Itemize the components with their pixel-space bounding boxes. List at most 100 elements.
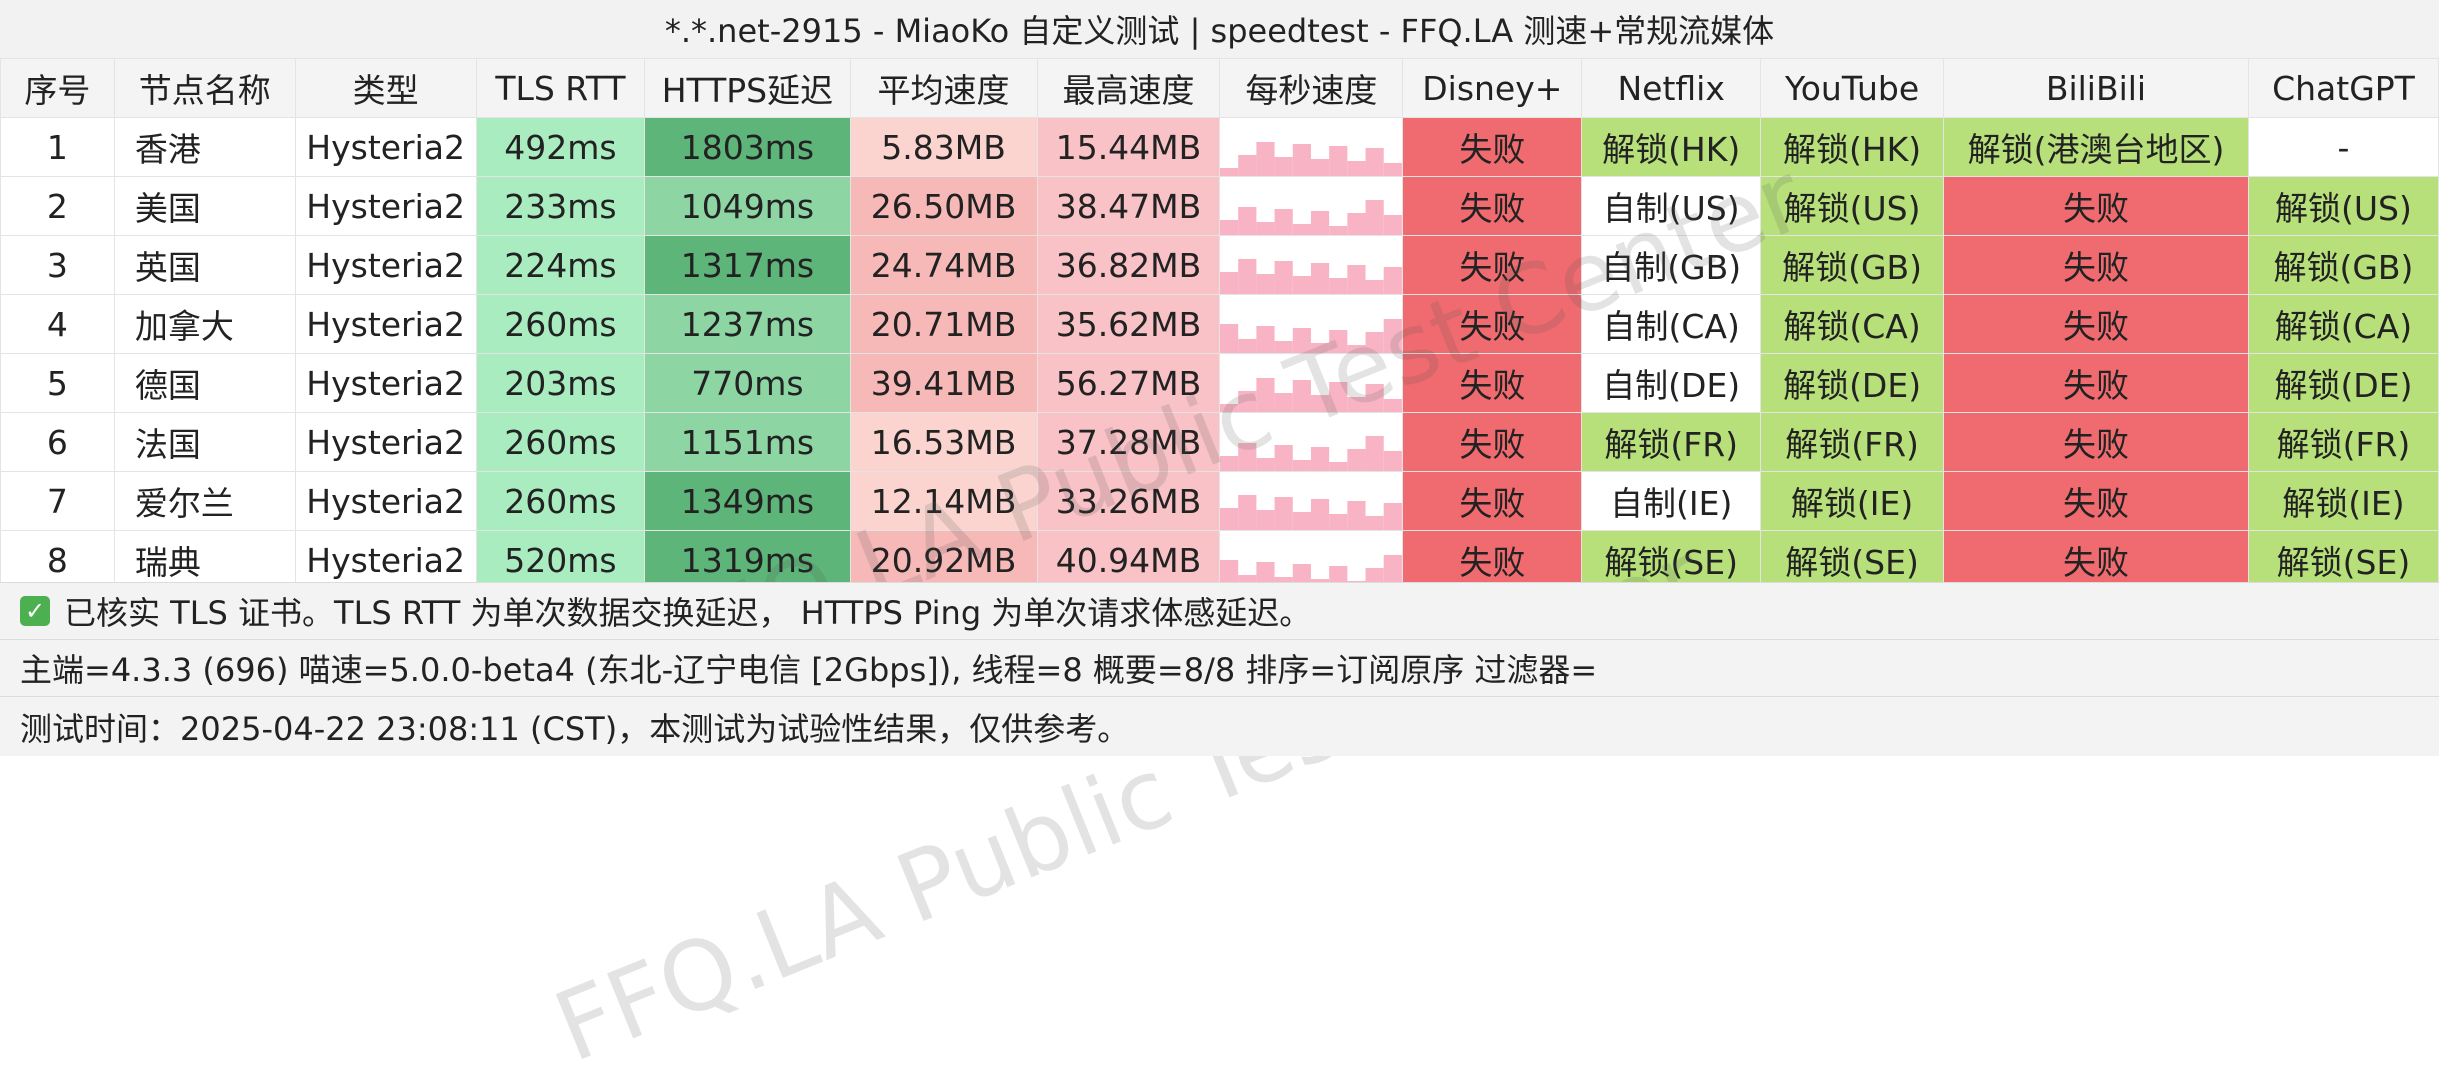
cell-netflix: 自制(CA) — [1581, 294, 1762, 354]
cell-tls-rtt: 260ms — [475, 471, 646, 531]
cell-type: Hysteria2 — [294, 176, 477, 236]
cell-node-name: 加拿大 — [113, 294, 296, 354]
sparkline-bar — [1256, 458, 1276, 471]
sparkline-bar — [1384, 399, 1402, 412]
sparkline-bar — [1347, 265, 1367, 294]
sparkline-bar — [1238, 391, 1257, 412]
column-header-youtube: YouTube — [1760, 58, 1945, 118]
cell-node-name: 爱尔兰 — [113, 471, 296, 531]
cell-chatgpt: 解锁(FR) — [2247, 412, 2439, 472]
cell-https-latency: 1151ms — [644, 412, 851, 472]
sparkline-bar — [1347, 161, 1367, 176]
column-header-tls-rtt: TLS RTT — [475, 58, 646, 118]
sparkline-bar — [1293, 328, 1312, 353]
sparkline-bar — [1311, 211, 1330, 235]
sparkline-bar — [1275, 261, 1294, 294]
footer-time: 测试时间：2025-04-22 23:08:11 (CST)，本测试为试验性结果… — [0, 696, 2439, 756]
sparkline-bar — [1220, 220, 1239, 235]
cell-chatgpt: 解锁(CA) — [2247, 294, 2439, 354]
sparkline-bar — [1366, 332, 1385, 353]
cell-netflix: 解锁(SE) — [1581, 530, 1762, 590]
cell-youtube: 解锁(SE) — [1760, 530, 1945, 590]
cell-bilibili: 失败 — [1943, 235, 2249, 295]
cell-type: Hysteria2 — [294, 471, 477, 531]
sparkline-bar — [1256, 510, 1276, 530]
cell-bilibili: 失败 — [1943, 530, 2249, 590]
sparkline-bar — [1275, 157, 1294, 176]
cell-youtube: 解锁(HK) — [1760, 117, 1945, 177]
sparkline-bar — [1311, 395, 1330, 412]
cell-bilibili: 失败 — [1943, 294, 2249, 354]
sparkline-bar — [1384, 503, 1402, 530]
sparkline-bar — [1329, 382, 1348, 412]
speed-sparkline — [1220, 142, 1402, 176]
cell-youtube: 解锁(US) — [1760, 176, 1945, 236]
sparkline-bar — [1311, 447, 1330, 471]
cell-netflix: 自制(GB) — [1581, 235, 1762, 295]
cell-netflix: 解锁(FR) — [1581, 412, 1762, 472]
footer-note-text: 已核实 TLS 证书。TLS RTT 为单次数据交换延迟， HTTPS Ping… — [64, 594, 1312, 632]
cell-disney: 失败 — [1402, 530, 1583, 590]
sparkline-bar — [1347, 213, 1367, 235]
table-row: 1 香港 Hysteria2 492ms 1803ms 5.83MB 15.44MB 失败 解锁… — [0, 117, 2439, 177]
sparkline-bar — [1238, 443, 1257, 471]
speed-sparkline — [1220, 200, 1402, 235]
cell-disney: 失败 — [1402, 471, 1583, 531]
cell-tls-rtt: 260ms — [475, 412, 646, 472]
cell-id: 1 — [0, 117, 115, 177]
speed-sparkline — [1220, 436, 1402, 471]
sparkline-bar — [1220, 456, 1239, 471]
column-header-max-speed: 最高速度 — [1036, 58, 1221, 118]
cell-disney: 失败 — [1402, 353, 1583, 413]
cell-https-latency: 1319ms — [644, 530, 851, 590]
table-row: 6 法国 Hysteria2 260ms 1151ms 16.53MB 37.28MB 失败解… — [0, 412, 2439, 472]
cell-disney: 失败 — [1402, 117, 1583, 177]
column-header-https-latency: HTTPS延迟 — [644, 58, 851, 118]
cell-node-name: 法国 — [113, 412, 296, 472]
cell-netflix: 自制(IE) — [1581, 471, 1762, 531]
table-header: 序号 节点名称 类型 TLS RTT HTTPS延迟 平均速度 最高速度 每秒速… — [0, 58, 2439, 118]
cell-max-speed: 15.44MB — [1036, 117, 1221, 177]
sparkline-bar — [1347, 345, 1367, 353]
cell-youtube: 解锁(GB) — [1760, 235, 1945, 295]
cell-per-second-speed — [1219, 235, 1404, 295]
cell-avg-speed: 20.92MB — [849, 530, 1038, 590]
sparkline-bar — [1293, 460, 1312, 471]
sparkline-bar — [1256, 378, 1276, 412]
cell-node-name: 德国 — [113, 353, 296, 413]
sparkline-bar — [1384, 215, 1402, 235]
cell-chatgpt: 解锁(IE) — [2247, 471, 2439, 531]
sparkline-bar — [1256, 142, 1276, 176]
cell-tls-rtt: 233ms — [475, 176, 646, 236]
cell-per-second-speed — [1219, 176, 1404, 236]
footer-info-text: 主端=4.3.3 (696) 喵速=5.0.0-beta4 (东北-辽宁电信 [… — [20, 651, 1598, 689]
sparkline-bar — [1329, 514, 1348, 530]
speed-sparkline — [1220, 319, 1402, 353]
sparkline-bar — [1238, 495, 1257, 530]
cell-node-name: 瑞典 — [113, 530, 296, 590]
sparkline-bar — [1329, 330, 1348, 353]
sparkline-bar — [1220, 272, 1239, 294]
cell-chatgpt: 解锁(GB) — [2247, 235, 2439, 295]
cell-chatgpt: 解锁(SE) — [2247, 530, 2439, 590]
sparkline-bar — [1220, 168, 1239, 176]
sparkline-bar — [1293, 380, 1312, 412]
cell-per-second-speed — [1219, 471, 1404, 531]
sparkline-bar — [1293, 512, 1312, 530]
cell-chatgpt: - — [2247, 117, 2439, 177]
cell-id: 6 — [0, 412, 115, 472]
cell-type: Hysteria2 — [294, 117, 477, 177]
table-row: 4 加拿大 Hysteria2 260ms 1237ms 20.71MB 35.62MB 失败… — [0, 294, 2439, 354]
cell-id: 3 — [0, 235, 115, 295]
speedtest-report: *.*.net-2915 - MiaoKo 自定义测试 | speedtest … — [0, 0, 2439, 1084]
cell-avg-speed: 26.50MB — [849, 176, 1038, 236]
cell-type: Hysteria2 — [294, 294, 477, 354]
footer-time-text: 测试时间：2025-04-22 23:08:11 (CST)，本测试为试验性结果… — [20, 709, 1130, 748]
sparkline-bar — [1293, 144, 1312, 176]
sparkline-bar — [1384, 267, 1402, 294]
cell-netflix: 自制(US) — [1581, 176, 1762, 236]
cell-https-latency: 1317ms — [644, 235, 851, 295]
sparkline-bar — [1366, 148, 1385, 176]
sparkline-bar — [1275, 393, 1294, 412]
column-header-avg-speed: 平均速度 — [849, 58, 1038, 118]
